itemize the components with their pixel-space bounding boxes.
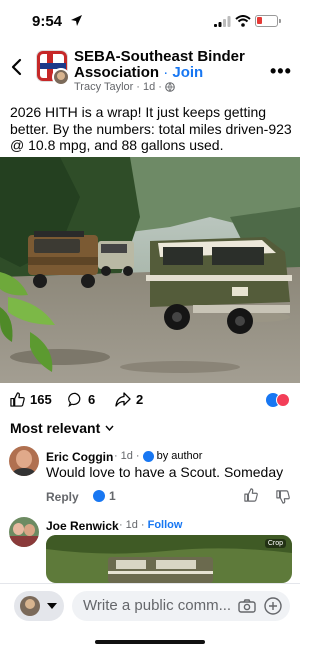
comment-count-text: 6 <box>88 392 96 407</box>
thumbs-down-icon[interactable] <box>276 490 290 504</box>
comment-like-count-text: 1 <box>109 489 116 503</box>
group-name-text[interactable]: SEBA-Southeast Binder Association <box>74 48 245 81</box>
sort-label: Most relevant <box>10 420 101 436</box>
status-time: 9:54 <box>32 13 63 30</box>
cellular-signal-icon <box>214 16 231 27</box>
comment-separator-3: · <box>119 519 123 531</box>
follow-button[interactable]: Follow <box>148 519 183 531</box>
comment-text: Would love to have a Scout. Someday <box>46 464 284 480</box>
share-count[interactable]: 2 <box>115 392 143 407</box>
battery-icon <box>255 15 281 27</box>
like-count-text: 165 <box>30 392 52 407</box>
like-count[interactable]: 165 <box>10 392 52 407</box>
comment-separator: · <box>114 450 118 462</box>
share-count-text: 2 <box>136 392 144 407</box>
reactions-bar: 165 6 2 <box>0 388 300 412</box>
author-avatar[interactable] <box>52 68 70 86</box>
location-arrow-icon <box>71 15 82 26</box>
commenter-avatar-2[interactable] <box>9 517 39 547</box>
home-indicator <box>95 640 205 644</box>
comment-input[interactable]: Write a public comm... <box>72 591 290 621</box>
wifi-icon <box>235 15 251 27</box>
commenter-avatar[interactable] <box>9 446 39 476</box>
crop-tag: Crop <box>264 539 286 548</box>
identity-selector[interactable] <box>14 591 64 621</box>
author-name[interactable]: Tracy Taylor <box>74 81 133 93</box>
comment-meta-2: · 1d · Follow <box>119 519 182 531</box>
caret-down-icon <box>47 603 57 609</box>
reply-button[interactable]: Reply <box>46 490 79 504</box>
post-text: 2026 HITH is a wrap! It just keeps getti… <box>10 104 292 153</box>
post-header: SEBA-Southeast Binder Association · Join… <box>0 46 300 96</box>
author-badge-icon <box>142 450 154 462</box>
separator: · <box>163 64 169 81</box>
share-arrow-icon <box>115 392 131 407</box>
camera-icon[interactable] <box>238 599 256 613</box>
join-button[interactable]: Join <box>172 64 203 81</box>
meta-separator-2: · <box>158 81 162 93</box>
commenter-name-2[interactable]: Joe Renwick <box>46 519 119 533</box>
comment-separator-4: · <box>140 519 145 531</box>
commenter-name[interactable]: Eric Coggin <box>46 450 113 464</box>
chevron-down-icon <box>105 425 114 431</box>
comment-separator-2: · <box>135 450 140 462</box>
thumbs-up-icon[interactable] <box>244 488 258 502</box>
group-name[interactable]: SEBA-Southeast Binder Association · Join <box>74 49 270 81</box>
comment-time: 1d <box>120 450 133 462</box>
post-photo[interactable] <box>0 157 300 383</box>
post-time: 1d <box>142 81 156 93</box>
thumbs-up-icon <box>10 392 25 407</box>
comment-input-placeholder: Write a public comm... <box>83 597 232 614</box>
meta-separator: · <box>136 81 140 93</box>
add-icon[interactable] <box>264 597 282 615</box>
status-bar: 9:54 <box>0 0 300 44</box>
comment-sort-dropdown[interactable]: Most relevant <box>10 420 114 436</box>
love-reaction-icon <box>276 393 290 407</box>
comment-time-2: 1d <box>125 519 138 531</box>
comment-like-count[interactable]: 1 <box>93 489 116 503</box>
comment-count[interactable]: 6 <box>68 392 95 407</box>
post-meta: Tracy Taylor · 1d · <box>74 81 175 93</box>
comment-photo[interactable]: Crop <box>46 535 292 583</box>
globe-icon <box>165 82 175 92</box>
like-reaction-icon <box>93 490 105 502</box>
chevron-left-icon[interactable] <box>10 58 22 76</box>
comment-meta: · 1d · by author <box>114 450 202 462</box>
comment-bubble-icon <box>68 392 81 407</box>
reaction-summary[interactable] <box>266 393 292 407</box>
comment-photo-image <box>46 535 292 583</box>
more-icon[interactable]: ••• <box>270 61 292 82</box>
author-badge-label: by author <box>156 450 203 462</box>
avatar <box>20 596 40 616</box>
